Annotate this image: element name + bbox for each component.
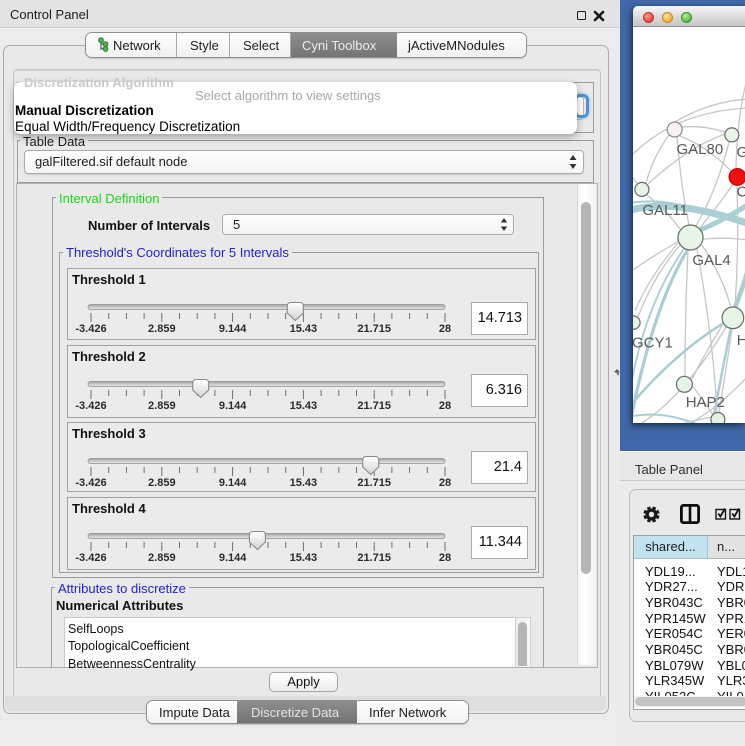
svg-text:21.715: 21.715 <box>357 552 391 564</box>
svg-text:-3.426: -3.426 <box>75 323 106 335</box>
svg-text:28: 28 <box>439 323 451 335</box>
svg-text:9.144: 9.144 <box>219 477 247 489</box>
svg-text:9.144: 9.144 <box>219 552 247 564</box>
svg-text:GCY1: GCY1 <box>633 335 673 352</box>
svg-text:2.859: 2.859 <box>148 400 176 412</box>
svg-text:-3.426: -3.426 <box>75 477 106 489</box>
svg-text:2.859: 2.859 <box>148 323 176 335</box>
svg-text:28: 28 <box>439 400 451 412</box>
svg-text:HAP2: HAP2 <box>686 394 725 411</box>
svg-text:21.715: 21.715 <box>357 477 391 489</box>
svg-text:-3.426: -3.426 <box>75 552 106 564</box>
svg-text:2.859: 2.859 <box>148 477 176 489</box>
svg-text:GAL80: GAL80 <box>677 141 724 158</box>
svg-text:GAL11: GAL11 <box>642 202 688 219</box>
svg-text:H: H <box>737 332 745 349</box>
svg-text:C: C <box>737 184 745 201</box>
svg-text:9.144: 9.144 <box>219 400 247 412</box>
svg-text:-3.426: -3.426 <box>75 400 106 412</box>
svg-text:GAL1: GAL1 <box>737 144 745 161</box>
svg-text:2.859: 2.859 <box>148 552 176 564</box>
svg-text:28: 28 <box>439 552 451 564</box>
svg-text:GAL4: GAL4 <box>692 252 730 269</box>
svg-text:15.43: 15.43 <box>290 552 318 564</box>
svg-text:9.144: 9.144 <box>219 323 247 335</box>
svg-text:28: 28 <box>439 477 451 489</box>
svg-text:21.715: 21.715 <box>357 400 391 412</box>
svg-text:15.43: 15.43 <box>290 400 318 412</box>
svg-text:21.715: 21.715 <box>357 323 391 335</box>
svg-text:15.43: 15.43 <box>290 477 318 489</box>
svg-text:15.43: 15.43 <box>290 323 318 335</box>
